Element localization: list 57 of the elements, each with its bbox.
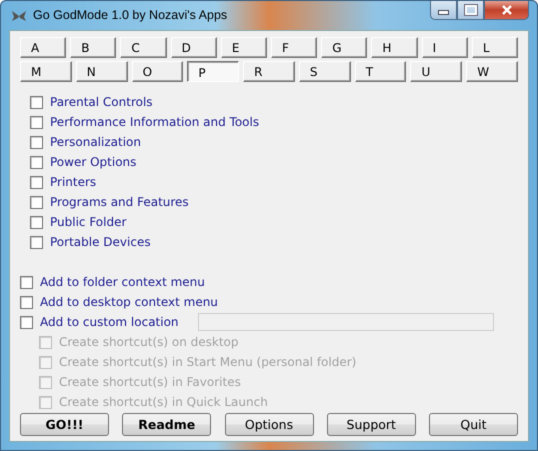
- action-button[interactable]: Quit: [429, 413, 518, 436]
- close-icon: [500, 5, 512, 15]
- letter-tab[interactable]: I: [422, 37, 468, 58]
- location-field[interactable]: [198, 313, 494, 331]
- letter-tab[interactable]: H: [371, 37, 418, 58]
- letter-tab[interactable]: F: [271, 37, 318, 58]
- checkbox[interactable]: [30, 176, 43, 188]
- checkbox-label: Printers: [50, 175, 96, 189]
- checkbox-label: Create shortcut(s) in Start Menu (personal folder): [59, 355, 356, 369]
- checkbox-label: Performance Information and Tools: [50, 115, 260, 129]
- action-button[interactable]: Readme: [122, 413, 212, 436]
- checkbox-label: Programs and Features: [50, 195, 189, 209]
- letter-tab[interactable]: B: [70, 37, 116, 58]
- letter-tab[interactable]: N: [76, 61, 128, 82]
- window-title: Go GodMode 1.0 by Nozavi's Apps: [33, 8, 228, 22]
- letter-tab[interactable]: A: [20, 37, 66, 58]
- checkbox[interactable]: [30, 156, 43, 168]
- letter-tab[interactable]: R: [243, 61, 295, 82]
- letter-tab[interactable]: U: [410, 61, 462, 82]
- butterfly-icon: [11, 10, 27, 22]
- checkbox[interactable]: [20, 296, 33, 308]
- action-button[interactable]: GO!!!: [20, 413, 109, 436]
- checkbox-label: Personalization: [50, 135, 141, 149]
- checkbox-label: Create shortcut(s) in Favorites: [59, 375, 241, 389]
- checkbox[interactable]: [30, 136, 43, 148]
- checkbox[interactable]: [20, 316, 33, 328]
- checkbox-label: Portable Devices: [50, 235, 151, 249]
- letter-tab[interactable]: S: [298, 61, 351, 82]
- checkbox-label: Parental Controls: [50, 95, 153, 109]
- action-button[interactable]: Options: [224, 413, 314, 436]
- letter-tab[interactable]: G: [321, 37, 368, 58]
- checkbox-label: Create shortcut(s) on desktop: [59, 335, 238, 349]
- minimize-button[interactable]: [430, 1, 457, 20]
- letter-tab[interactable]: C: [120, 37, 167, 58]
- checkbox-label: Create shortcut(s) in Quick Launch: [59, 395, 268, 409]
- checkbox[interactable]: [30, 196, 43, 208]
- checkbox-label: Public Folder: [50, 215, 126, 229]
- checkbox-label: Add to desktop context menu: [40, 295, 218, 309]
- checkbox-label: Add to folder context menu: [40, 275, 205, 289]
- checkbox-label: Add to custom location: [40, 315, 179, 329]
- letter-tab[interactable]: E: [220, 37, 268, 58]
- checkbox[interactable]: [20, 276, 33, 288]
- letter-tab[interactable]: L: [472, 37, 518, 58]
- checkbox[interactable]: [30, 216, 43, 228]
- checkbox-label: Power Options: [50, 155, 136, 169]
- letter-tab[interactable]: T: [354, 61, 406, 82]
- action-button[interactable]: Support: [326, 413, 416, 436]
- letter-tab[interactable]: M: [20, 61, 72, 82]
- letter-tab[interactable]: D: [170, 37, 217, 58]
- letter-tab[interactable]: W: [466, 61, 518, 82]
- checkbox[interactable]: [30, 116, 43, 128]
- checkbox[interactable]: [30, 236, 43, 248]
- letter-tab[interactable]: O: [132, 61, 184, 82]
- close-button[interactable]: [484, 1, 529, 20]
- letter-tab[interactable]: P: [187, 61, 240, 82]
- maximize-button[interactable]: [457, 1, 484, 20]
- checkbox[interactable]: [30, 96, 43, 108]
